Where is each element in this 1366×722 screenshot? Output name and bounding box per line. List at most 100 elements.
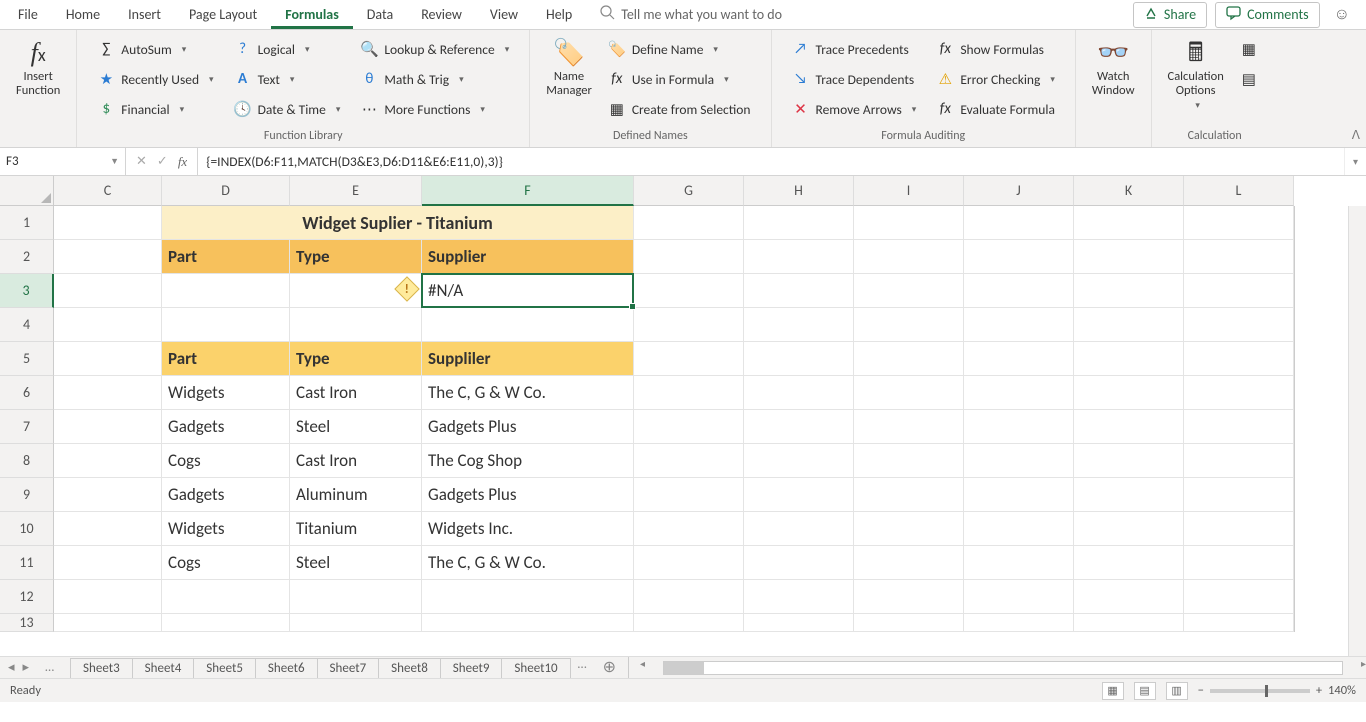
cell-G7[interactable] [634,410,744,444]
row-header-10[interactable]: 10 [0,512,54,546]
cell-I5[interactable] [854,342,964,376]
cell-D5[interactable]: Part [162,342,290,376]
cell-I12[interactable] [854,580,964,614]
cell-E12[interactable] [290,580,422,614]
row-header-3[interactable]: 3 [0,274,54,308]
cell-L3[interactable] [1184,274,1294,308]
column-header-H[interactable]: H [744,176,854,206]
cell-J5[interactable] [964,342,1074,376]
row-header-11[interactable]: 11 [0,546,54,580]
cell-I6[interactable] [854,376,964,410]
column-header-I[interactable]: I [854,176,964,206]
cell-I1[interactable] [854,206,964,240]
sheet-tab-sheet6[interactable]: Sheet6 [255,658,318,678]
column-header-D[interactable]: D [162,176,290,206]
cell-G9[interactable] [634,478,744,512]
cell-G6[interactable] [634,376,744,410]
cell-K8[interactable] [1074,444,1184,478]
new-sheet-button[interactable]: ⊕ [595,657,624,678]
cell-E4[interactable] [290,308,422,342]
comments-button[interactable]: Comments [1215,2,1320,28]
cell-D13[interactable] [162,614,290,632]
cell-D2[interactable]: Part [162,240,290,274]
cell-J11[interactable] [964,546,1074,580]
cell-J6[interactable] [964,376,1074,410]
math-trig-button[interactable]: θMath & Trig [356,66,513,92]
cell-C1[interactable] [54,206,162,240]
cell-K3[interactable] [1074,274,1184,308]
cell-E5[interactable]: Type [290,342,422,376]
share-button[interactable]: Share [1133,2,1207,28]
spreadsheet-grid[interactable]: CDEFGHIJKL 12345678910111213 Widget Supl… [0,176,1366,656]
use-in-formula-button[interactable]: fxUse in Formula [604,66,755,92]
cell-L11[interactable] [1184,546,1294,580]
cell-H8[interactable] [744,444,854,478]
cell-C4[interactable] [54,308,162,342]
cell-G5[interactable] [634,342,744,376]
cell-H5[interactable] [744,342,854,376]
cell-G4[interactable] [634,308,744,342]
vertical-scrollbar[interactable] [1348,206,1366,656]
tab-help[interactable]: Help [532,1,586,28]
cell-G13[interactable] [634,614,744,632]
tab-scroll-left-icon[interactable]: ◂ [8,660,15,675]
tab-review[interactable]: Review [407,1,476,28]
cell-F13[interactable] [422,614,634,632]
cell-K11[interactable] [1074,546,1184,580]
cell-D1-merged-title[interactable]: Widget Suplier - Titanium [162,206,634,240]
zoom-slider[interactable] [1210,689,1310,693]
cell-L13[interactable] [1184,614,1294,632]
cell-D4[interactable] [162,308,290,342]
cell-J4[interactable] [964,308,1074,342]
cancel-formula-icon[interactable]: ✕ [136,154,147,169]
enter-formula-icon[interactable]: ✓ [157,154,168,169]
tab-scroll-more-right-icon[interactable]: … [570,657,595,678]
cell-K2[interactable] [1074,240,1184,274]
cell-I2[interactable] [854,240,964,274]
cell-K7[interactable] [1074,410,1184,444]
name-box[interactable]: F3 ▼ [0,148,126,175]
date-time-button[interactable]: 🕓Date & Time [230,96,345,122]
cell-E13[interactable] [290,614,422,632]
cell-L12[interactable] [1184,580,1294,614]
cell-C5[interactable] [54,342,162,376]
cell-D9[interactable]: Gadgets [162,478,290,512]
cell-E7[interactable]: Steel [290,410,422,444]
cell-F10[interactable]: Widgets Inc. [422,512,634,546]
cell-D8[interactable]: Cogs [162,444,290,478]
sheet-tab-sheet5[interactable]: Sheet5 [193,658,256,678]
show-formulas-button[interactable]: fxShow Formulas [932,36,1059,62]
cell-K6[interactable] [1074,376,1184,410]
cell-L6[interactable] [1184,376,1294,410]
cell-F11[interactable]: The C, G & W Co. [422,546,634,580]
cell-C7[interactable] [54,410,162,444]
cell-C2[interactable] [54,240,162,274]
cell-H13[interactable] [744,614,854,632]
cell-D12[interactable] [162,580,290,614]
cell-J12[interactable] [964,580,1074,614]
cell-F7[interactable]: Gadgets Plus [422,410,634,444]
cell-F9[interactable]: Gadgets Plus [422,478,634,512]
ribbon-collapse-button[interactable]: ᐱ [1352,128,1360,143]
cell-C6[interactable] [54,376,162,410]
column-header-J[interactable]: J [964,176,1074,206]
cell-F5[interactable]: Suppliler [422,342,634,376]
row-header-1[interactable]: 1 [0,206,54,240]
cell-K10[interactable] [1074,512,1184,546]
cell-I4[interactable] [854,308,964,342]
more-functions-button[interactable]: ⋯More Functions [356,96,513,122]
formula-expand-icon[interactable]: ▾ [1344,148,1366,175]
cell-H1[interactable] [744,206,854,240]
cell-G1[interactable] [634,206,744,240]
row-header-5[interactable]: 5 [0,342,54,376]
column-header-G[interactable]: G [634,176,744,206]
cell-H2[interactable] [744,240,854,274]
remove-arrows-button[interactable]: ✕Remove Arrows [788,96,921,122]
sheet-tab-sheet10[interactable]: Sheet10 [501,658,570,678]
cell-K4[interactable] [1074,308,1184,342]
cell-E9[interactable]: Aluminum [290,478,422,512]
cell-L7[interactable] [1184,410,1294,444]
cell-I7[interactable] [854,410,964,444]
lookup-reference-button[interactable]: 🔍Lookup & Reference [356,36,513,62]
cell-D3[interactable] [162,274,290,308]
